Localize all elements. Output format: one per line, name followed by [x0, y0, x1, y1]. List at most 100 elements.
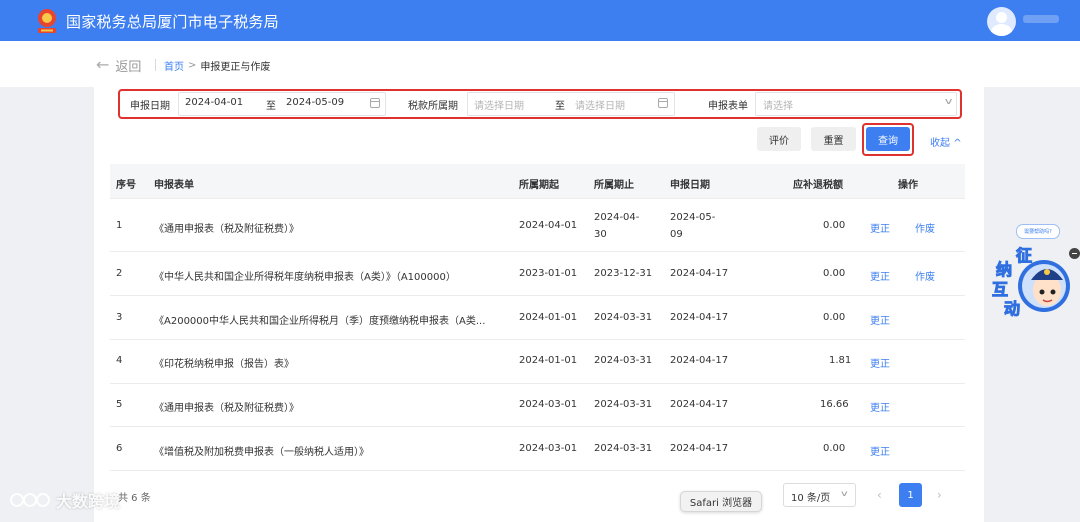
- row-divider: [110, 339, 965, 340]
- collapse-toggle[interactable]: 收起 ^: [930, 134, 962, 149]
- row-no: 2: [116, 268, 123, 279]
- correct-link[interactable]: 更正: [870, 443, 890, 458]
- row-start: 2024-03-01: [519, 443, 578, 454]
- row-amount: 0.00: [823, 443, 846, 454]
- chevron-up-icon: ^: [953, 138, 962, 149]
- user-avatar-icon[interactable]: [987, 7, 1016, 36]
- row-divider: [110, 470, 965, 471]
- tax-period-label: 税款所属期: [408, 101, 458, 112]
- reset-button[interactable]: 重置: [811, 127, 856, 151]
- calendar-icon[interactable]: [658, 98, 668, 108]
- watermark-logo-icon: [10, 493, 50, 507]
- prev-page-icon[interactable]: ‹: [877, 488, 882, 502]
- tax-emblem-icon: [38, 9, 56, 33]
- total-count: 共 6 条: [118, 493, 151, 504]
- row-amount: 0.00: [823, 312, 846, 323]
- page-number-current[interactable]: 1: [899, 483, 922, 507]
- row-end: 2024-04-: [594, 212, 640, 223]
- row-form: 《A200000中华人民共和国企业所得税月（季）度预缴纳税申报表（A类...: [154, 316, 486, 327]
- collapse-label: 收起: [930, 138, 950, 149]
- void-link[interactable]: 作废: [915, 220, 935, 235]
- row-amount: 1.81: [829, 355, 852, 366]
- row-no: 1: [116, 220, 123, 231]
- breadcrumb-separator: >: [188, 60, 197, 71]
- row-amount: 16.66: [820, 399, 849, 410]
- col-period-start: 所属期起: [519, 180, 559, 191]
- correct-link[interactable]: 更正: [870, 268, 890, 283]
- row-end: 2023-12-31: [594, 268, 653, 279]
- row-date: 2024-04-17: [670, 399, 729, 410]
- breadcrumb: 首页 > 申报更正与作废: [164, 58, 270, 73]
- safari-tooltip: Safari 浏览器: [680, 491, 762, 512]
- breadcrumb-home[interactable]: 首页: [164, 58, 184, 73]
- col-declare-date: 申报日期: [670, 180, 710, 191]
- tax-period-end-input[interactable]: 请选择日期: [575, 97, 625, 112]
- row-amount: 0.00: [823, 220, 846, 231]
- correct-link[interactable]: 更正: [870, 355, 890, 370]
- correct-link[interactable]: 更正: [870, 312, 890, 327]
- watermark: 大数跨境: [8, 488, 120, 512]
- form-select-label: 申报表单: [708, 101, 748, 112]
- row-no: 6: [116, 443, 123, 454]
- row-divider: [110, 426, 965, 427]
- row-divider: [110, 295, 965, 296]
- row-form: 《通用申报表（税及附征税费）》: [154, 224, 299, 235]
- row-end: 2024-03-31: [594, 399, 653, 410]
- void-link[interactable]: 作废: [915, 268, 935, 283]
- row-end: 2024-03-31: [594, 312, 653, 323]
- divider: [155, 59, 156, 71]
- chevron-down-icon[interactable]: v: [945, 97, 952, 107]
- date-range-separator: 至: [266, 101, 276, 112]
- row-end: 2024-03-31: [594, 355, 653, 366]
- col-actions: 操作: [898, 180, 918, 191]
- declare-date-start[interactable]: 2024-04-01: [185, 97, 243, 108]
- correct-link[interactable]: 更正: [870, 399, 890, 414]
- row-form: 《印花税纳税申报（报告）表》: [154, 359, 294, 370]
- evaluate-button[interactable]: 评价: [757, 127, 801, 151]
- back-label: 返回: [115, 59, 142, 75]
- correct-link[interactable]: 更正: [870, 220, 890, 235]
- row-date: 2024-04-17: [670, 355, 729, 366]
- row-divider: [110, 383, 965, 384]
- site-title: 国家税务总局厦门市电子税务局: [66, 13, 279, 31]
- helper-char: 征: [1015, 246, 1033, 266]
- chevron-down-icon: v: [841, 489, 848, 498]
- row-end: 30: [594, 229, 607, 240]
- next-page-icon[interactable]: ›: [937, 488, 942, 502]
- row-start: 2024-01-01: [519, 312, 578, 323]
- row-divider: [110, 251, 965, 252]
- row-start: 2024-04-01: [519, 220, 578, 231]
- date-range-separator: 至: [555, 101, 565, 112]
- row-no: 4: [116, 355, 123, 366]
- tax-period-start-input[interactable]: 请选择日期: [474, 97, 524, 112]
- row-end: 2024-03-31: [594, 443, 653, 454]
- helper-char: 动: [1003, 299, 1021, 319]
- form-select-placeholder[interactable]: 请选择: [763, 97, 793, 112]
- declare-date-label: 申报日期: [130, 101, 170, 112]
- tax-helper-widget[interactable]: 征 纳 互 动: [991, 240, 1072, 320]
- col-no: 序号: [116, 180, 136, 191]
- declare-date-end[interactable]: 2024-05-09: [286, 97, 344, 108]
- back-button[interactable]: ← 返回: [96, 55, 142, 75]
- watermark-text: 大数跨境: [56, 492, 121, 511]
- row-form: 《通用申报表（税及附征税费）》: [154, 403, 299, 414]
- calendar-icon[interactable]: [370, 98, 380, 108]
- arrow-left-icon: ←: [96, 55, 110, 74]
- row-no: 3: [116, 312, 123, 323]
- row-date: 2024-04-17: [670, 268, 729, 279]
- row-start: 2024-01-01: [519, 355, 578, 366]
- row-start: 2024-03-01: [519, 399, 578, 410]
- col-period-end: 所属期止: [594, 180, 634, 191]
- row-form: 《中华人民共和国企业所得税年度纳税申报表（A类）》（A100000）: [154, 272, 456, 283]
- user-name-blurred[interactable]: [1023, 15, 1059, 23]
- row-date: 2024-05-: [670, 212, 716, 223]
- row-no: 5: [116, 399, 123, 410]
- col-amount: 应补退税额: [793, 180, 843, 191]
- breadcrumb-current: 申报更正与作废: [200, 62, 271, 73]
- minimize-icon[interactable]: [1069, 248, 1080, 259]
- row-start: 2023-01-01: [519, 268, 578, 279]
- subnav-bar: [0, 41, 1080, 87]
- help-bubble[interactable]: 需要帮助吗?: [1016, 224, 1060, 239]
- query-button[interactable]: 查询: [866, 127, 910, 151]
- row-date: 2024-04-17: [670, 443, 729, 454]
